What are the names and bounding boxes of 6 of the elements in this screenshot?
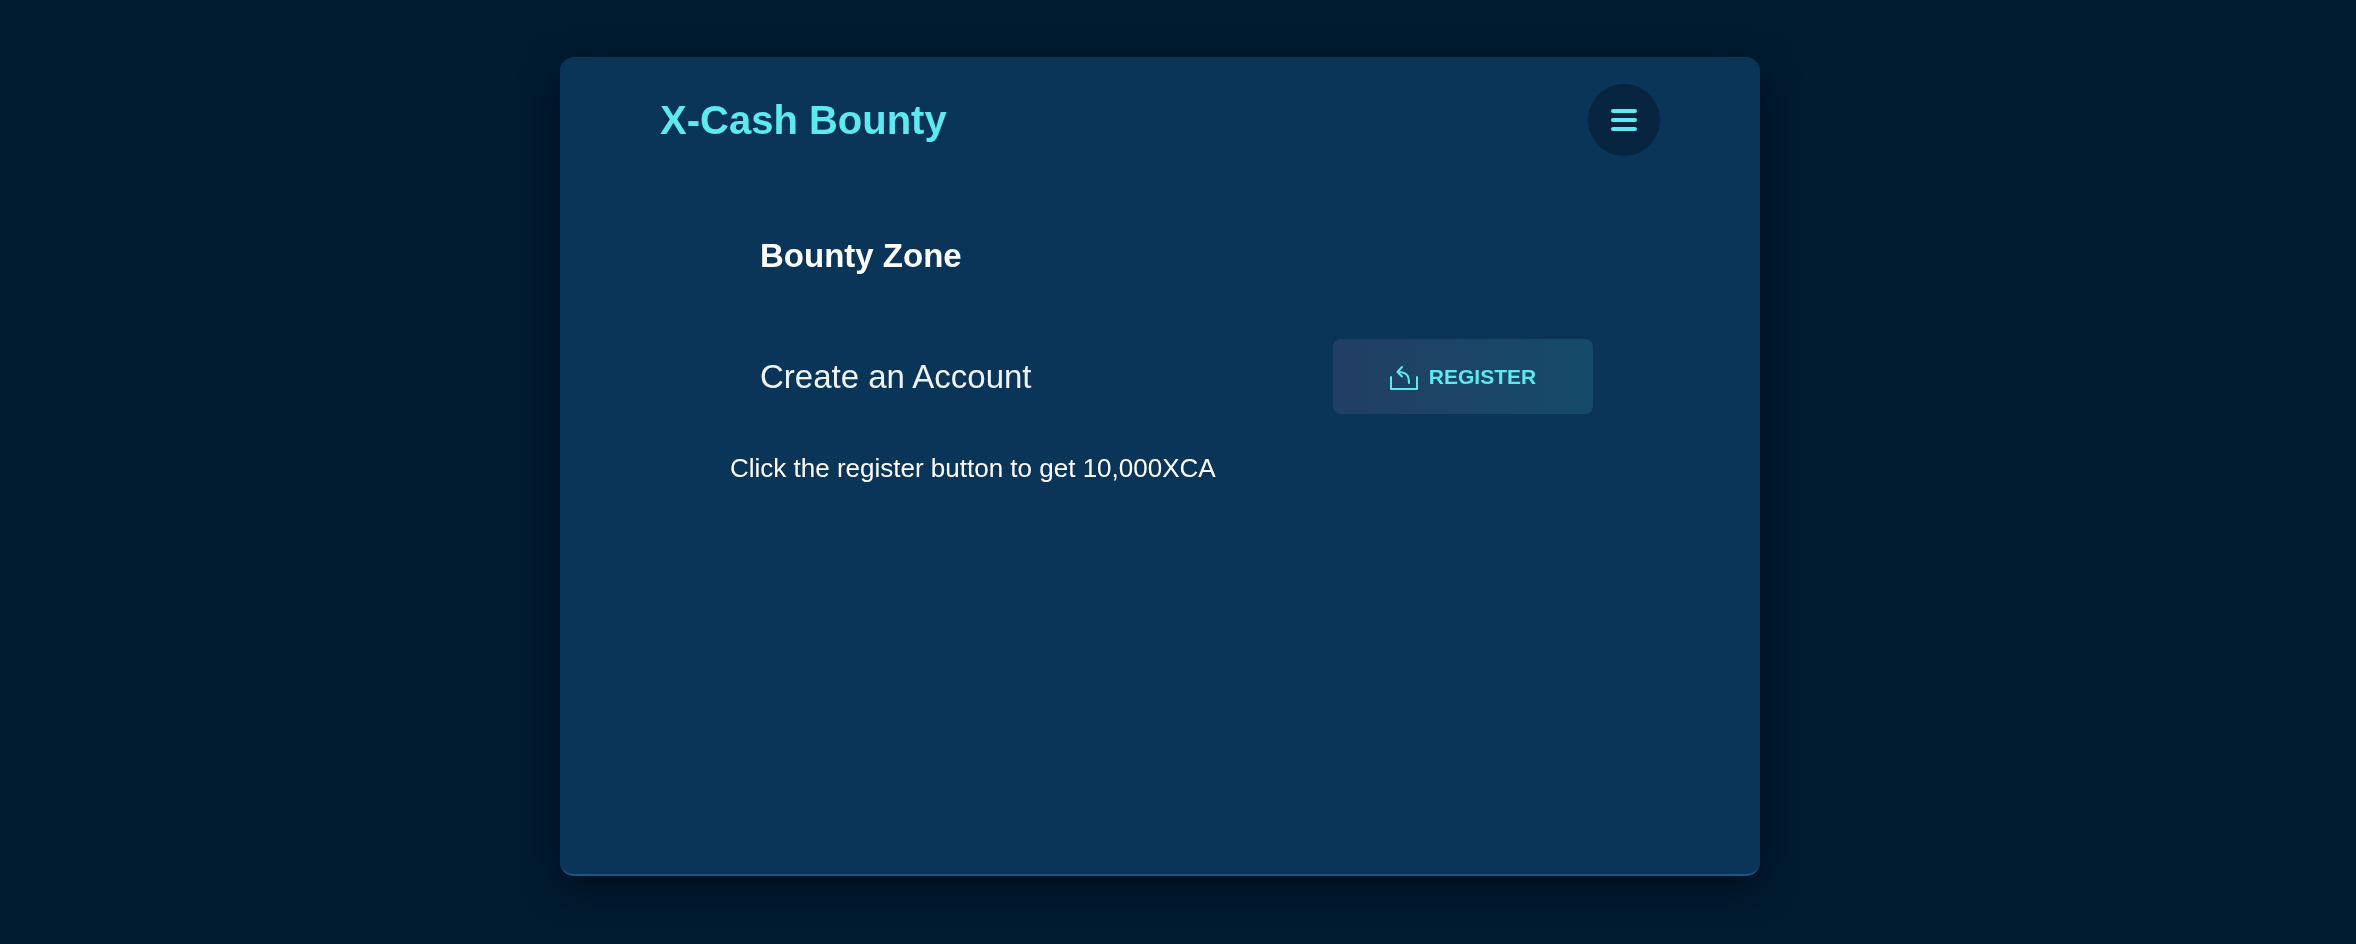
app-title: X-Cash Bounty — [660, 97, 947, 144]
section-heading: Bounty Zone — [760, 236, 963, 276]
row-label: Create an Account — [760, 356, 1032, 397]
menu-icon — [1611, 109, 1637, 131]
instruction-text: Click the register button to get 10,000XCA — [730, 453, 1217, 483]
register-button[interactable]: REGISTER — [1333, 339, 1593, 414]
